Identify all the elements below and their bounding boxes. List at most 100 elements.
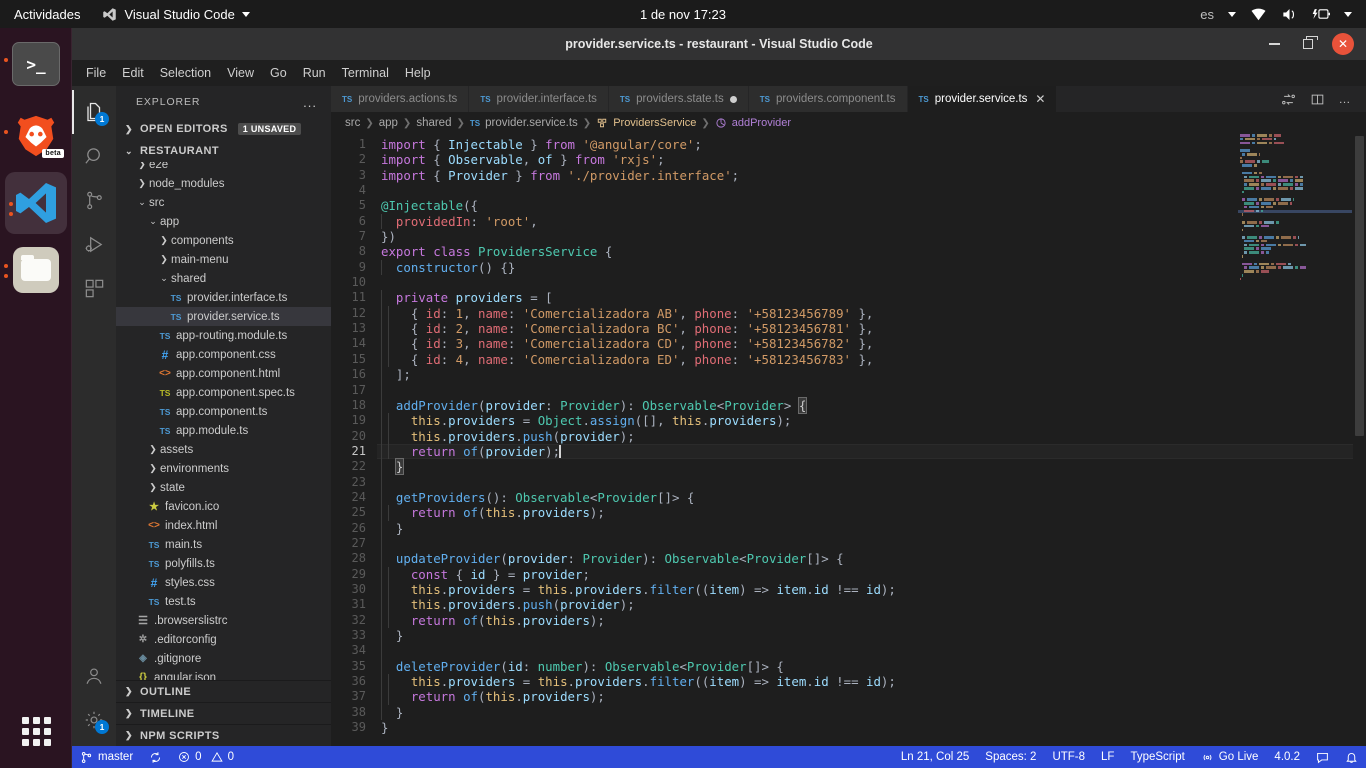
- wifi-icon[interactable]: [1250, 7, 1267, 21]
- tree-file[interactable]: ◈.gitignore: [116, 649, 331, 668]
- code-line[interactable]: return of(this.providers);: [377, 689, 1366, 704]
- tree-file[interactable]: TSpolyfills.ts: [116, 554, 331, 573]
- maximize-button[interactable]: [1298, 34, 1318, 54]
- editor-tab[interactable]: TSproviders.actions.ts: [331, 86, 469, 112]
- tree-folder[interactable]: ❯e2e: [116, 162, 331, 174]
- code-line[interactable]: }: [377, 521, 1366, 536]
- tree-folder[interactable]: ⌄src: [116, 193, 331, 212]
- status-branch[interactable]: master: [72, 746, 141, 768]
- file-tree[interactable]: ❯e2e❯node_modules⌄src⌄app❯components❯mai…: [116, 162, 331, 680]
- code-line[interactable]: ];: [377, 367, 1366, 382]
- status-encoding[interactable]: UTF-8: [1044, 746, 1093, 768]
- menu-view[interactable]: View: [227, 66, 254, 80]
- status-eol[interactable]: LF: [1093, 746, 1122, 768]
- tree-file[interactable]: TSapp-routing.module.ts: [116, 326, 331, 345]
- activity-bar-item-explorer[interactable]: 1: [72, 90, 116, 134]
- activity-bar-item-extensions[interactable]: [72, 266, 116, 310]
- tree-file[interactable]: TSapp.module.ts: [116, 421, 331, 440]
- editor-tab[interactable]: TSprovider.service.ts✕: [908, 86, 1058, 112]
- panel-timeline[interactable]: ❯ TIMELINE: [116, 702, 331, 724]
- menu-selection[interactable]: Selection: [160, 66, 211, 80]
- code-line[interactable]: { id: 1, name: 'Comercializadora AB', ph…: [377, 306, 1366, 321]
- editor-scrollbar-track[interactable]: [1353, 134, 1366, 746]
- status-feedback[interactable]: [1308, 746, 1337, 768]
- breadcrumb-file[interactable]: provider.service.ts: [485, 117, 578, 129]
- code-line[interactable]: const { id } = provider;: [377, 567, 1366, 582]
- code-line[interactable]: [377, 275, 1366, 290]
- tree-file[interactable]: ✲.editorconfig: [116, 630, 331, 649]
- close-tab-icon[interactable]: ✕: [1035, 92, 1045, 106]
- code-line[interactable]: }: [377, 705, 1366, 720]
- tree-folder[interactable]: ❯assets: [116, 440, 331, 459]
- code-line[interactable]: updateProvider(provider: Provider): Obse…: [377, 551, 1366, 566]
- code-line[interactable]: [377, 536, 1366, 551]
- show-applications-button[interactable]: [0, 717, 72, 746]
- tree-file[interactable]: ★favicon.ico: [116, 497, 331, 516]
- editor-tab[interactable]: TSproviders.state.ts: [609, 86, 749, 112]
- menu-terminal[interactable]: Terminal: [342, 66, 389, 80]
- code-line[interactable]: }: [377, 720, 1366, 735]
- code-line[interactable]: }: [377, 459, 1366, 474]
- code-line[interactable]: import { Provider } from './provider.int…: [377, 168, 1366, 183]
- system-menu-chevron-down-icon[interactable]: [1344, 12, 1352, 17]
- activity-bar-item-manage[interactable]: 1: [72, 698, 116, 742]
- tree-folder[interactable]: ❯state: [116, 478, 331, 497]
- activity-bar-item-run-and-debug[interactable]: [72, 222, 116, 266]
- menu-go[interactable]: Go: [270, 66, 287, 80]
- section-open-editors[interactable]: ❯ OPEN EDITORS 1 UNSAVED: [116, 118, 331, 140]
- tree-folder[interactable]: ⌄app: [116, 212, 331, 231]
- close-button[interactable]: ✕: [1332, 33, 1354, 55]
- activity-bar-item-source-control[interactable]: [72, 178, 116, 222]
- code-line[interactable]: [377, 383, 1366, 398]
- code-line[interactable]: providedIn: 'root',: [377, 214, 1366, 229]
- editor-tab[interactable]: TSprovider.interface.ts: [469, 86, 609, 112]
- tree-file[interactable]: ☰.browserslistrc: [116, 611, 331, 630]
- tree-file[interactable]: #app.component.css: [116, 345, 331, 364]
- breadcrumb-app[interactable]: app: [379, 117, 398, 129]
- panel-outline[interactable]: ❯ OUTLINE: [116, 680, 331, 702]
- code-line[interactable]: [377, 643, 1366, 658]
- activities-button[interactable]: Actividades: [14, 7, 80, 22]
- minimap[interactable]: [1238, 134, 1352, 746]
- tree-file[interactable]: TSapp.component.spec.ts: [116, 383, 331, 402]
- code-line[interactable]: this.providers.push(provider);: [377, 429, 1366, 444]
- tree-folder[interactable]: ❯components: [116, 231, 331, 250]
- more-actions-icon[interactable]: …: [1339, 92, 1353, 106]
- activity-bar-item-search[interactable]: [72, 134, 116, 178]
- menu-file[interactable]: File: [86, 66, 106, 80]
- code-line[interactable]: deleteProvider(id: number): Observable<P…: [377, 659, 1366, 674]
- tree-file[interactable]: TSprovider.interface.ts: [116, 288, 331, 307]
- code-editor[interactable]: 1234567891011121314151617181920212223242…: [331, 134, 1366, 746]
- status-version[interactable]: 4.0.2: [1266, 746, 1308, 768]
- tree-file[interactable]: TSapp.component.ts: [116, 402, 331, 421]
- status-notifications[interactable]: [1337, 746, 1366, 768]
- code-line[interactable]: constructor() {}: [377, 260, 1366, 275]
- editor-scrollbar-thumb[interactable]: [1355, 136, 1364, 436]
- tree-folder[interactable]: ⌄shared: [116, 269, 331, 288]
- unsaved-dot-icon[interactable]: [730, 96, 737, 103]
- menu-run[interactable]: Run: [303, 66, 326, 80]
- code-line[interactable]: [377, 475, 1366, 490]
- status-cursor-position[interactable]: Ln 21, Col 25: [893, 746, 977, 768]
- status-problems[interactable]: 0 0: [170, 746, 242, 768]
- tree-folder[interactable]: ❯main-menu: [116, 250, 331, 269]
- tree-file[interactable]: #styles.css: [116, 573, 331, 592]
- minimize-button[interactable]: [1264, 34, 1284, 54]
- status-language-mode[interactable]: TypeScript: [1122, 746, 1192, 768]
- volume-icon[interactable]: [1281, 7, 1298, 22]
- editor-tab[interactable]: TSproviders.component.ts: [749, 86, 908, 112]
- battery-icon[interactable]: [1312, 7, 1330, 21]
- code-line[interactable]: import { Observable, of } from 'rxjs';: [377, 152, 1366, 167]
- code-line[interactable]: return of(this.providers);: [377, 505, 1366, 520]
- code-line[interactable]: }: [377, 628, 1366, 643]
- code-line[interactable]: { id: 3, name: 'Comercializadora CD', ph…: [377, 336, 1366, 351]
- code-line[interactable]: return of(provider);: [377, 444, 1366, 459]
- code-line[interactable]: export class ProvidersService {: [377, 244, 1366, 259]
- code-line[interactable]: getProviders(): Observable<Provider[]> {: [377, 490, 1366, 505]
- tree-file[interactable]: TSprovider.service.ts: [116, 307, 331, 326]
- keyboard-layout-label[interactable]: es: [1200, 7, 1214, 22]
- sidebar-more-actions-icon[interactable]: ...: [303, 95, 317, 110]
- code-line[interactable]: addProvider(provider: Provider): Observa…: [377, 398, 1366, 413]
- breadcrumb-method[interactable]: addProvider: [732, 117, 791, 129]
- code-line[interactable]: this.providers = this.providers.filter((…: [377, 582, 1366, 597]
